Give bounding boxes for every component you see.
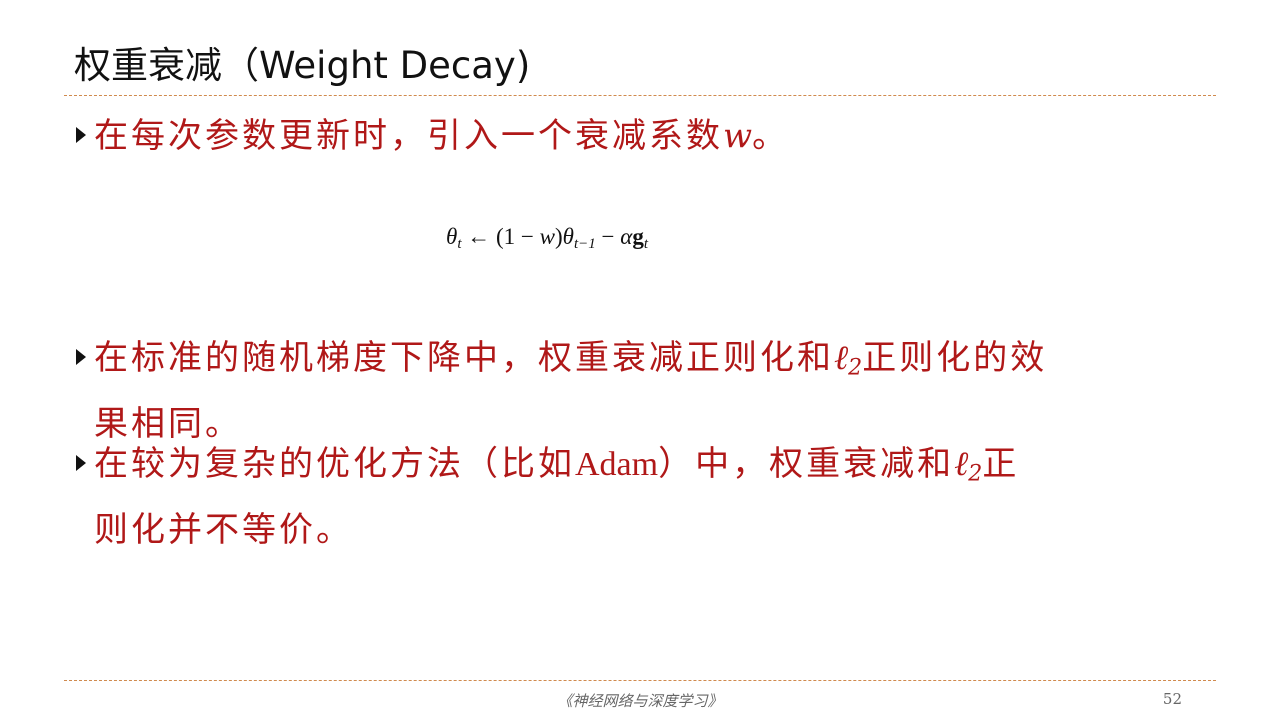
bullet-text: 在每次参数更新时，引入一个衰减系数 [94,116,723,156]
math-variable-ell: ℓ [834,338,849,378]
bullet-adam-non-equivalence: 在较为复杂的优化方法（比如Adam）中，权重衰减和ℓ2正则化并不等价。 [76,436,1216,558]
bullet-weight-decay-definition: 在每次参数更新时，引入一个衰减系数w。 [76,108,1216,164]
formula-close-paren: ) [554,224,563,249]
formula-w: w [539,224,555,249]
formula-minus: − [595,224,621,249]
bullet-triangle-icon [76,349,86,365]
formula-gradient-g: g [632,224,644,249]
bullet-sgd-equivalence: 在标准的随机梯度下降中，权重衰减正则化和ℓ2正则化的效 果相同。 [76,330,1216,452]
bullet-text-tail: 。 [752,116,790,156]
footer-divider [64,680,1216,681]
bullet-text: 在较为复杂的优化方法（比如 [94,444,575,484]
bullet-text: 在标准的随机梯度下降中，权重衰减正则化和 [94,338,834,378]
bullet-triangle-icon [76,127,86,143]
footer-book-title: 《神经网络与深度学习》 [557,692,723,710]
math-subscript-2: 2 [968,460,983,487]
bullet-text-tail: 正则化的效 [862,338,1048,378]
bullet-text-line2: 则化并不等价。 [94,509,353,550]
slide-title: 权重衰减（Weight Decay) [74,44,531,87]
page-number: 52 [1162,690,1182,708]
weight-decay-formula: θt ← (1 − w)θt−1 − αgt [446,224,648,253]
formula-arrow: ← (1 − [461,224,540,249]
bullet-text-middle: ）中，权重衰减和 [658,444,955,484]
formula-sub-t-grad: t [643,235,648,252]
bullet-text-tail: 正 [982,444,1020,484]
bullet-triangle-icon [76,455,86,471]
adam-label: Adam [575,446,659,483]
formula-sub-t-minus-1: t−1 [573,235,596,252]
math-subscript-2: 2 [848,354,863,381]
title-divider [64,95,1216,96]
formula-alpha: α [620,224,633,249]
formula-theta: θ [446,224,458,249]
math-variable-ell: ℓ [954,444,969,484]
formula-theta-prev: θ [562,224,574,249]
math-variable-w: w [723,116,753,156]
